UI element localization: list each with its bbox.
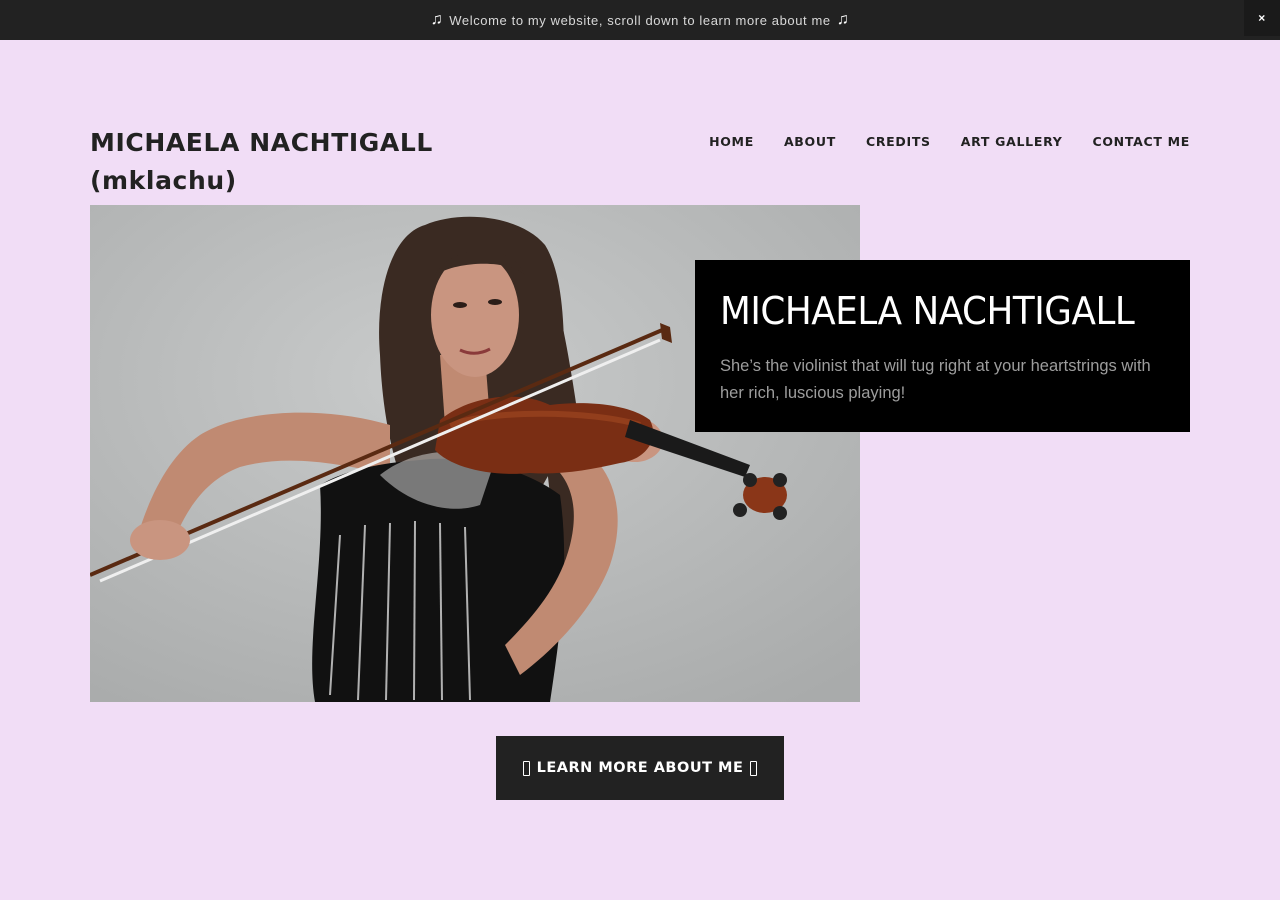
hero-name: MICHAELA NACHTIGALL <box>720 289 1135 333</box>
site-title[interactable]: MICHAELA NACHTIGALL (mklachu) <box>90 124 433 200</box>
announcement-bar: ♫ Welcome to my website, scroll down to … <box>0 0 1280 40</box>
nav-credits[interactable]: CREDITS <box>866 134 931 149</box>
nav-art-gallery[interactable]: ART GALLERY <box>961 134 1063 149</box>
missing-glyph-icon <box>750 760 758 776</box>
site-title-name[interactable]: MICHAELA NACHTIGALL <box>90 124 433 162</box>
music-note-icon: ♫ <box>430 11 444 28</box>
learn-more-button[interactable]: LEARN MORE ABOUT ME <box>496 736 784 800</box>
music-note-icon: ♫ <box>836 11 850 28</box>
missing-glyph-icon <box>522 760 530 776</box>
hero-card: MICHAELA NACHTIGALL She’s the violinist … <box>695 260 1190 432</box>
nav-contact-me[interactable]: CONTACT ME <box>1092 134 1190 149</box>
close-announcement-button[interactable]: × <box>1244 0 1280 36</box>
learn-more-label: LEARN MORE ABOUT ME <box>536 760 744 776</box>
site-title-handle[interactable]: (mklachu) <box>90 162 433 200</box>
hero-tagline: She’s the violinist that will tug right … <box>720 357 1151 402</box>
nav-home[interactable]: HOME <box>709 134 754 149</box>
main-nav: HOME ABOUT CREDITS ART GALLERY CONTACT M… <box>709 134 1190 149</box>
announcement-text: Welcome to my website, scroll down to le… <box>449 12 831 28</box>
nav-about[interactable]: ABOUT <box>784 134 836 149</box>
